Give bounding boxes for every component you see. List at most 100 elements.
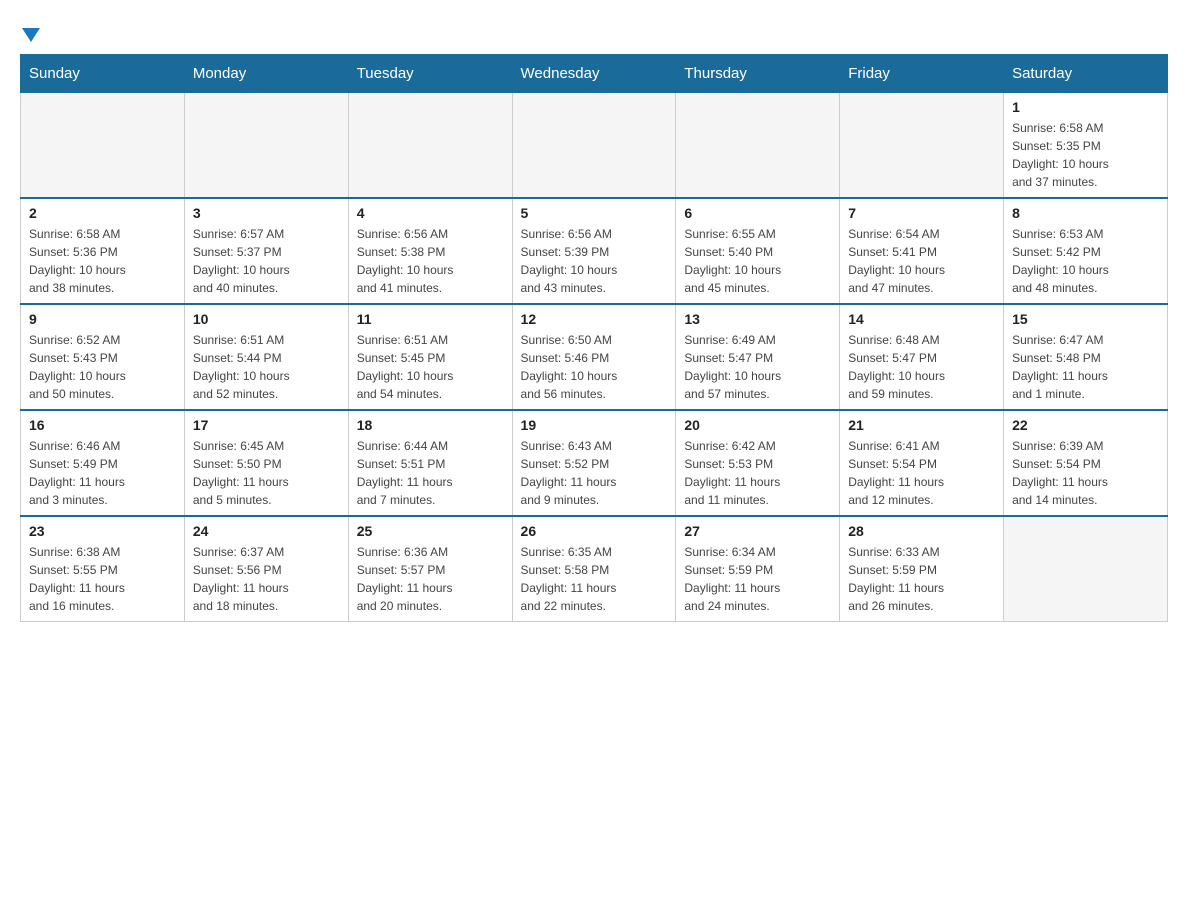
day-info: Sunrise: 6:36 AM Sunset: 5:57 PM Dayligh… (357, 543, 504, 615)
calendar-cell: 20 Sunrise: 6:42 AM Sunset: 5:53 PM Dayli… (676, 410, 840, 516)
day-info: Sunrise: 6:44 AM Sunset: 5:51 PM Dayligh… (357, 437, 504, 509)
day-number: 26 (521, 523, 668, 539)
day-info: Sunrise: 6:50 AM Sunset: 5:46 PM Dayligh… (521, 331, 668, 403)
weekday-header-saturday: Saturday (1004, 55, 1168, 93)
weekday-header-friday: Friday (840, 55, 1004, 93)
weekday-header-tuesday: Tuesday (348, 55, 512, 93)
calendar-cell: 26 Sunrise: 6:35 AM Sunset: 5:58 PM Dayli… (512, 516, 676, 622)
day-number: 22 (1012, 417, 1159, 433)
day-info: Sunrise: 6:51 AM Sunset: 5:45 PM Dayligh… (357, 331, 504, 403)
day-info: Sunrise: 6:48 AM Sunset: 5:47 PM Dayligh… (848, 331, 995, 403)
day-info: Sunrise: 6:56 AM Sunset: 5:38 PM Dayligh… (357, 225, 504, 297)
calendar-cell: 22 Sunrise: 6:39 AM Sunset: 5:54 PM Dayli… (1004, 410, 1168, 516)
calendar-cell: 6 Sunrise: 6:55 AM Sunset: 5:40 PM Daylig… (676, 198, 840, 304)
calendar-cell: 15 Sunrise: 6:47 AM Sunset: 5:48 PM Dayli… (1004, 304, 1168, 410)
day-number: 5 (521, 205, 668, 221)
day-info: Sunrise: 6:58 AM Sunset: 5:36 PM Dayligh… (29, 225, 176, 297)
calendar-header-row: SundayMondayTuesdayWednesdayThursdayFrid… (21, 55, 1168, 93)
day-info: Sunrise: 6:35 AM Sunset: 5:58 PM Dayligh… (521, 543, 668, 615)
calendar-cell: 9 Sunrise: 6:52 AM Sunset: 5:43 PM Daylig… (21, 304, 185, 410)
day-info: Sunrise: 6:45 AM Sunset: 5:50 PM Dayligh… (193, 437, 340, 509)
day-info: Sunrise: 6:47 AM Sunset: 5:48 PM Dayligh… (1012, 331, 1159, 403)
weekday-header-sunday: Sunday (21, 55, 185, 93)
calendar-cell (512, 93, 676, 199)
day-info: Sunrise: 6:43 AM Sunset: 5:52 PM Dayligh… (521, 437, 668, 509)
day-info: Sunrise: 6:57 AM Sunset: 5:37 PM Dayligh… (193, 225, 340, 297)
day-number: 12 (521, 311, 668, 327)
calendar-cell: 5 Sunrise: 6:56 AM Sunset: 5:39 PM Daylig… (512, 198, 676, 304)
day-number: 15 (1012, 311, 1159, 327)
day-info: Sunrise: 6:41 AM Sunset: 5:54 PM Dayligh… (848, 437, 995, 509)
day-number: 18 (357, 417, 504, 433)
day-number: 9 (29, 311, 176, 327)
day-info: Sunrise: 6:42 AM Sunset: 5:53 PM Dayligh… (684, 437, 831, 509)
day-number: 28 (848, 523, 995, 539)
calendar-cell: 18 Sunrise: 6:44 AM Sunset: 5:51 PM Dayli… (348, 410, 512, 516)
day-number: 4 (357, 205, 504, 221)
day-info: Sunrise: 6:51 AM Sunset: 5:44 PM Dayligh… (193, 331, 340, 403)
calendar-cell: 14 Sunrise: 6:48 AM Sunset: 5:47 PM Dayli… (840, 304, 1004, 410)
calendar-cell: 7 Sunrise: 6:54 AM Sunset: 5:41 PM Daylig… (840, 198, 1004, 304)
weekday-header-monday: Monday (184, 55, 348, 93)
calendar-cell: 11 Sunrise: 6:51 AM Sunset: 5:45 PM Dayli… (348, 304, 512, 410)
calendar-cell: 21 Sunrise: 6:41 AM Sunset: 5:54 PM Dayli… (840, 410, 1004, 516)
calendar-cell: 10 Sunrise: 6:51 AM Sunset: 5:44 PM Dayli… (184, 304, 348, 410)
calendar-cell: 17 Sunrise: 6:45 AM Sunset: 5:50 PM Dayli… (184, 410, 348, 516)
page-header (20, 20, 1168, 44)
calendar-cell: 23Sunrise: 6:38 AM Sunset: 5:55 PM Dayli… (21, 516, 185, 622)
logo (20, 30, 40, 44)
calendar-table: SundayMondayTuesdayWednesdayThursdayFrid… (20, 54, 1168, 622)
day-info: Sunrise: 6:37 AM Sunset: 5:56 PM Dayligh… (193, 543, 340, 615)
day-info: Sunrise: 6:58 AM Sunset: 5:35 PM Dayligh… (1012, 119, 1159, 191)
calendar-week-row: 16 Sunrise: 6:46 AM Sunset: 5:49 PM Dayli… (21, 410, 1168, 516)
day-info: Sunrise: 6:54 AM Sunset: 5:41 PM Dayligh… (848, 225, 995, 297)
day-number: 11 (357, 311, 504, 327)
day-number: 23 (29, 523, 176, 539)
calendar-cell: 16 Sunrise: 6:46 AM Sunset: 5:49 PM Dayli… (21, 410, 185, 516)
day-number: 13 (684, 311, 831, 327)
day-info: Sunrise: 6:39 AM Sunset: 5:54 PM Dayligh… (1012, 437, 1159, 509)
day-number: 25 (357, 523, 504, 539)
day-number: 3 (193, 205, 340, 221)
calendar-cell: 3 Sunrise: 6:57 AM Sunset: 5:37 PM Daylig… (184, 198, 348, 304)
calendar-cell (1004, 516, 1168, 622)
calendar-cell: 13 Sunrise: 6:49 AM Sunset: 5:47 PM Dayli… (676, 304, 840, 410)
calendar-cell (21, 93, 185, 199)
calendar-cell: 4 Sunrise: 6:56 AM Sunset: 5:38 PM Daylig… (348, 198, 512, 304)
day-info: Sunrise: 6:49 AM Sunset: 5:47 PM Dayligh… (684, 331, 831, 403)
day-number: 19 (521, 417, 668, 433)
calendar-cell (348, 93, 512, 199)
day-number: 24 (193, 523, 340, 539)
day-info: Sunrise: 6:34 AM Sunset: 5:59 PM Dayligh… (684, 543, 831, 615)
day-number: 27 (684, 523, 831, 539)
day-number: 2 (29, 205, 176, 221)
day-number: 21 (848, 417, 995, 433)
calendar-cell: 27 Sunrise: 6:34 AM Sunset: 5:59 PM Dayli… (676, 516, 840, 622)
day-info: Sunrise: 6:56 AM Sunset: 5:39 PM Dayligh… (521, 225, 668, 297)
calendar-week-row: 23Sunrise: 6:38 AM Sunset: 5:55 PM Dayli… (21, 516, 1168, 622)
calendar-cell: 12 Sunrise: 6:50 AM Sunset: 5:46 PM Dayli… (512, 304, 676, 410)
day-info: Sunrise: 6:46 AM Sunset: 5:49 PM Dayligh… (29, 437, 176, 509)
day-info: Sunrise: 6:53 AM Sunset: 5:42 PM Dayligh… (1012, 225, 1159, 297)
weekday-header-thursday: Thursday (676, 55, 840, 93)
calendar-cell: 8 Sunrise: 6:53 AM Sunset: 5:42 PM Daylig… (1004, 198, 1168, 304)
day-number: 6 (684, 205, 831, 221)
day-number: 20 (684, 417, 831, 433)
logo-triangle-icon (22, 28, 40, 42)
calendar-cell: 2 Sunrise: 6:58 AM Sunset: 5:36 PM Daylig… (21, 198, 185, 304)
calendar-cell (184, 93, 348, 199)
day-number: 16 (29, 417, 176, 433)
day-number: 1 (1012, 99, 1159, 115)
day-info: Sunrise: 6:55 AM Sunset: 5:40 PM Dayligh… (684, 225, 831, 297)
calendar-cell (676, 93, 840, 199)
day-number: 7 (848, 205, 995, 221)
day-info: Sunrise: 6:52 AM Sunset: 5:43 PM Dayligh… (29, 331, 176, 403)
day-number: 17 (193, 417, 340, 433)
calendar-cell: 19 Sunrise: 6:43 AM Sunset: 5:52 PM Dayli… (512, 410, 676, 516)
calendar-cell: 28Sunrise: 6:33 AM Sunset: 5:59 PM Dayli… (840, 516, 1004, 622)
calendar-week-row: 9 Sunrise: 6:52 AM Sunset: 5:43 PM Daylig… (21, 304, 1168, 410)
day-number: 14 (848, 311, 995, 327)
calendar-week-row: 2 Sunrise: 6:58 AM Sunset: 5:36 PM Daylig… (21, 198, 1168, 304)
day-number: 10 (193, 311, 340, 327)
day-number: 8 (1012, 205, 1159, 221)
